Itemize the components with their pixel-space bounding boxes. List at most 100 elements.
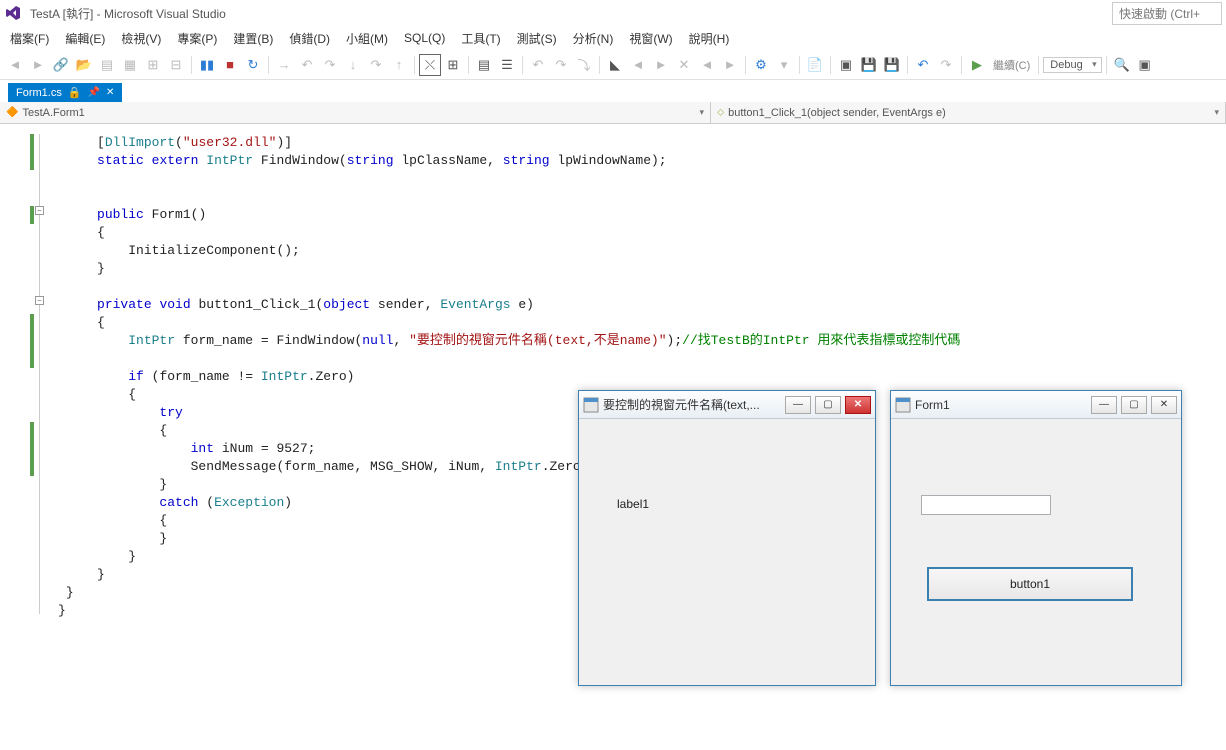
prev-bookmark-icon[interactable]: ◄	[627, 54, 649, 76]
toolbar-separator	[191, 56, 192, 74]
menu-test[interactable]: 測試(S)	[509, 27, 565, 50]
arrow-down-icon[interactable]: ▾	[773, 54, 795, 76]
minimize-icon[interactable]: —	[785, 396, 811, 414]
redo2-icon[interactable]: ↷	[935, 54, 957, 76]
toolbar-separator	[961, 56, 962, 74]
menu-sql[interactable]: SQL(Q)	[396, 28, 453, 48]
toolbar-separator	[1038, 56, 1039, 74]
next-bookmark-icon[interactable]: ►	[650, 54, 672, 76]
comment-icon[interactable]: ⊞	[142, 54, 164, 76]
method-dropdown[interactable]: ⬦ button1_Click_1(object sender, EventAr…	[711, 102, 1226, 123]
menu-tools[interactable]: 工具(T)	[453, 27, 508, 50]
menu-build[interactable]: 建置(B)	[225, 27, 281, 50]
document-tab-bar: Form1.cs 🔒 📌 ✕	[0, 80, 1226, 102]
menu-debug[interactable]: 偵錯(D)	[281, 27, 338, 50]
nav-back-icon[interactable]: ◄	[4, 54, 26, 76]
tab-close-icon[interactable]: ✕	[106, 87, 114, 98]
step-over-icon[interactable]: ↷	[365, 54, 387, 76]
document-tab[interactable]: Form1.cs 🔒 📌 ✕	[8, 83, 122, 102]
menu-help[interactable]: 說明(H)	[681, 27, 738, 50]
class-icon: 🔶	[6, 107, 18, 118]
toolbar-separator	[268, 56, 269, 74]
button1[interactable]: button1	[927, 567, 1133, 601]
menu-window[interactable]: 視窗(W)	[621, 27, 680, 50]
code-nav-bar: 🔶 TestA.Form1 ⬦ button1_Click_1(object s…	[0, 102, 1226, 124]
continue-label[interactable]: 繼續(C)	[993, 57, 1030, 73]
pause-icon[interactable]: ▮▮	[196, 54, 218, 76]
winform-titlebar[interactable]: 要控制的視窗元件名稱(text,... — ▢ ✕	[579, 391, 875, 419]
folder-icon[interactable]: ▣	[835, 54, 857, 76]
winform-form1[interactable]: Form1 — ▢ ✕ button1	[890, 390, 1182, 686]
stop-icon[interactable]: ■	[219, 54, 241, 76]
menu-file[interactable]: 檔案(F)	[2, 27, 57, 50]
back2-icon[interactable]: ↶	[527, 54, 549, 76]
class-dropdown[interactable]: 🔶 TestA.Form1	[0, 102, 711, 123]
minimize-icon[interactable]: —	[1091, 396, 1117, 414]
list-icon[interactable]: ▤	[96, 54, 118, 76]
save-icon[interactable]: 💾	[858, 54, 880, 76]
close-icon[interactable]: ✕	[845, 396, 871, 414]
step-icon[interactable]: →	[273, 54, 295, 76]
step-into-icon[interactable]: ↓	[342, 54, 364, 76]
open-icon[interactable]: 📂	[73, 54, 95, 76]
undo2-icon[interactable]: ↶	[912, 54, 934, 76]
editor-margin	[0, 124, 34, 750]
label1: label1	[617, 497, 649, 511]
textbox1[interactable]	[921, 495, 1051, 515]
threads-icon[interactable]: ☰	[496, 54, 518, 76]
toolbar-separator	[799, 56, 800, 74]
save-all-icon[interactable]: 💾	[881, 54, 903, 76]
close-icon[interactable]: ✕	[1151, 396, 1177, 414]
outline-margin: − −	[34, 124, 48, 750]
stack-icon[interactable]: ▤	[473, 54, 495, 76]
class-name: TestA.Form1	[22, 107, 84, 119]
hex-icon[interactable]: ⤬	[419, 54, 441, 76]
doc-icon[interactable]: 📄	[804, 54, 826, 76]
form-icon	[895, 397, 911, 413]
menu-project[interactable]: 專案(P)	[169, 27, 225, 50]
gear-icon[interactable]: ⚙	[750, 54, 772, 76]
quick-launch-input[interactable]: 快速啟動 (Ctrl+	[1112, 2, 1222, 25]
pin-icon[interactable]: 📌	[88, 87, 100, 98]
winform-body: button1	[891, 419, 1181, 685]
uncomment-icon[interactable]: ⊟	[165, 54, 187, 76]
winform-title: 要控制的視窗元件名稱(text,...	[603, 396, 781, 413]
fold-toggle-icon[interactable]: −	[35, 206, 44, 215]
attach-icon[interactable]: 🔗	[50, 54, 72, 76]
step-out-icon[interactable]: ↑	[388, 54, 410, 76]
title-bar: TestA [執行] - Microsoft Visual Studio 快速啟…	[0, 0, 1226, 26]
menu-team[interactable]: 小組(M)	[338, 27, 396, 50]
menu-view[interactable]: 檢視(V)	[113, 27, 169, 50]
find-icon[interactable]: 🔍	[1111, 54, 1133, 76]
locals-icon[interactable]: ⊞	[442, 54, 464, 76]
continue-icon[interactable]: ▶	[966, 54, 988, 76]
undo-icon[interactable]: ↶	[296, 54, 318, 76]
winform-body: label1	[579, 419, 875, 685]
nav-fwd-icon[interactable]: ►	[27, 54, 49, 76]
prev2-icon[interactable]: ◄	[696, 54, 718, 76]
toolbar-separator	[414, 56, 415, 74]
fold-toggle-icon[interactable]: −	[35, 296, 44, 305]
restart-icon[interactable]: ↻	[242, 54, 264, 76]
table-icon[interactable]: ▦	[119, 54, 141, 76]
maximize-icon[interactable]: ▢	[1121, 396, 1147, 414]
toolbar-separator	[745, 56, 746, 74]
solution-icon[interactable]: ▣	[1134, 54, 1156, 76]
redo-icon[interactable]: ↷	[319, 54, 341, 76]
clear-bookmark-icon[interactable]: ✕	[673, 54, 695, 76]
menu-edit[interactable]: 編輯(E)	[57, 27, 113, 50]
fwd2-icon[interactable]: ↷	[550, 54, 572, 76]
next2-icon[interactable]: ►	[719, 54, 741, 76]
bookmark-icon[interactable]: ◣	[604, 54, 626, 76]
toolbar-separator	[1106, 56, 1107, 74]
toolbar: ◄ ► 🔗 📂 ▤ ▦ ⊞ ⊟ ▮▮ ■ ↻ → ↶ ↷ ↓ ↷ ↑ ⤬ ⊞ ▤…	[0, 50, 1226, 80]
menu-analyze[interactable]: 分析(N)	[565, 27, 622, 50]
toolbar-separator	[830, 56, 831, 74]
winform-titlebar[interactable]: Form1 — ▢ ✕	[891, 391, 1181, 419]
maximize-icon[interactable]: ▢	[815, 396, 841, 414]
toolbar-separator	[907, 56, 908, 74]
vs-logo-icon	[4, 4, 22, 22]
winform-testb[interactable]: 要控制的視窗元件名稱(text,... — ▢ ✕ label1	[578, 390, 876, 686]
config-dropdown[interactable]: Debug	[1043, 57, 1101, 73]
down-icon[interactable]: ⤵	[573, 54, 595, 76]
